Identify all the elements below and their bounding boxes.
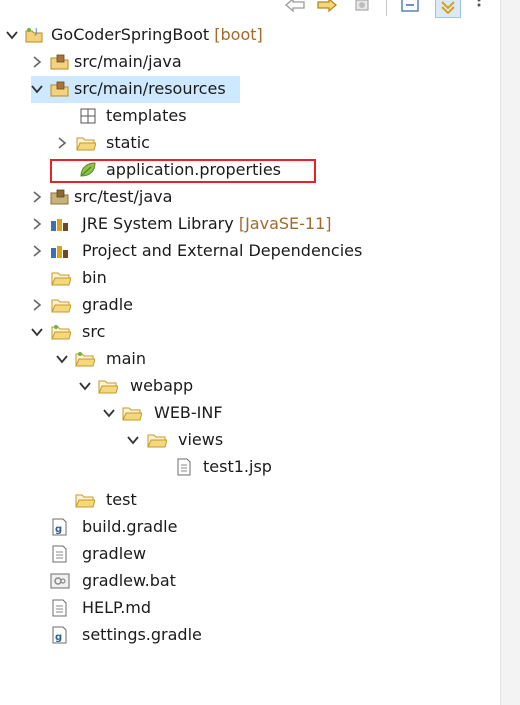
chevron-down-icon[interactable] <box>126 432 140 448</box>
back-arrow-icon[interactable] <box>283 0 307 16</box>
chevron-down-icon[interactable] <box>30 324 44 340</box>
tree-label-test: test <box>106 490 137 509</box>
tree-label-static: static <box>106 133 150 152</box>
chevron-right-icon[interactable] <box>30 189 44 205</box>
up-icon[interactable] <box>350 0 374 16</box>
folder-icon <box>51 272 71 286</box>
tree-item-bin[interactable]: bin <box>0 265 500 292</box>
tree-label-build-gradle: build.gradle <box>82 517 178 536</box>
tree-label-src: src <box>82 322 106 341</box>
tree-item-gradlew-bat[interactable]: gradlew.bat <box>0 568 500 595</box>
view-toolbar <box>0 0 500 20</box>
tree-item-settings-gradle[interactable]: g settings.gradle <box>0 622 500 649</box>
tree-item-gradle[interactable]: gradle <box>0 292 500 319</box>
folder-icon <box>147 434 167 448</box>
tree-label-web-inf: WEB-INF <box>154 403 223 422</box>
tree-label-test1-jsp: test1.jsp <box>203 457 272 476</box>
source-folder-icon <box>50 54 69 70</box>
tree-item-test1-jsp[interactable]: test1.jsp <box>0 454 500 481</box>
svg-text:J: J <box>34 27 37 36</box>
tree-label-jre-library: JRE System Library <box>82 214 234 233</box>
tree-label-src-main-java: src/main/java <box>74 52 182 71</box>
tree-item-project-deps[interactable]: Project and External Dependencies <box>0 238 500 265</box>
collapse-all-icon[interactable] <box>398 0 422 16</box>
tree-item-src-main-java[interactable]: src/main/java <box>0 49 500 76</box>
tree-label-project-deps: Project and External Dependencies <box>82 241 363 260</box>
source-folder-icon <box>50 81 69 97</box>
project-name: GoCoderSpringBoot <box>51 25 210 44</box>
tree-item-src-main-resources[interactable]: src/main/resources <box>0 76 500 103</box>
folder-icon <box>51 299 71 313</box>
tree-label-gradlew: gradlew <box>82 544 147 563</box>
library-icon <box>51 219 68 231</box>
tree-label-settings-gradle: settings.gradle <box>82 625 202 644</box>
folder-icon <box>75 352 95 367</box>
tree-label-src-main-resources: src/main/resources <box>74 79 226 98</box>
chevron-right-icon[interactable] <box>30 297 44 313</box>
tree-label-bin: bin <box>82 268 107 287</box>
tree-label-help-md: HELP.md <box>82 598 152 617</box>
chevron-down-icon[interactable] <box>5 27 19 43</box>
annotation-highlight-box <box>50 159 316 183</box>
tree-item-build-gradle[interactable]: g build.gradle <box>0 514 500 541</box>
tree-item-views[interactable]: views <box>0 427 500 454</box>
gradle-file-icon: g <box>52 518 67 536</box>
batch-file-icon <box>50 573 70 589</box>
tree-label-main: main <box>106 349 146 368</box>
chevron-right-icon[interactable] <box>30 216 44 232</box>
forward-arrow-icon[interactable] <box>315 0 339 16</box>
chevron-down-icon[interactable] <box>102 405 116 421</box>
tree-item-jre-library[interactable]: JRE System Library [JavaSE-11] <box>0 211 500 238</box>
tree-item-templates[interactable]: templates <box>0 103 500 130</box>
jre-decoration: [JavaSE-11] <box>238 214 332 233</box>
tree-label-src-test-java: src/test/java <box>74 187 173 206</box>
chevron-right-icon[interactable] <box>30 243 44 259</box>
tree-item-web-inf[interactable]: WEB-INF <box>0 400 500 427</box>
chevron-down-icon[interactable] <box>55 351 69 367</box>
chevron-right-icon[interactable] <box>55 135 69 151</box>
tree-item-gradlew[interactable]: gradlew <box>0 541 500 568</box>
tree-item-static[interactable]: static <box>0 130 500 157</box>
tree-item-test[interactable]: test <box>0 487 500 514</box>
package-icon <box>80 108 96 124</box>
tree-item-webapp[interactable]: webapp <box>0 373 500 400</box>
source-folder-icon <box>50 189 69 205</box>
gradle-file-icon: g <box>52 626 67 644</box>
chevron-right-icon[interactable] <box>30 54 44 70</box>
tree-item-help-md[interactable]: HELP.md <box>0 595 500 622</box>
tree-label-templates: templates <box>106 106 187 125</box>
spring-project-icon: J <box>25 27 43 43</box>
file-icon <box>52 599 67 617</box>
folder-icon <box>76 137 96 151</box>
chevron-down-icon[interactable] <box>30 81 44 97</box>
folder-icon <box>51 325 71 340</box>
link-with-editor-icon[interactable] <box>435 0 461 18</box>
file-icon <box>52 545 67 563</box>
svg-text:g: g <box>55 524 62 535</box>
svg-text:g: g <box>55 632 62 643</box>
vertical-scrollbar[interactable] <box>500 0 520 705</box>
tree-label-gradlew-bat: gradlew.bat <box>82 571 176 590</box>
folder-icon <box>75 494 95 508</box>
toolbar-separator <box>386 0 387 16</box>
tree-label-gradle: gradle <box>82 295 133 314</box>
folder-icon <box>98 380 118 394</box>
library-icon <box>51 246 68 258</box>
chevron-down-icon[interactable] <box>78 378 92 394</box>
tree-item-main[interactable]: main <box>0 346 500 373</box>
project-decoration: [boot] <box>214 25 263 44</box>
view-menu-icon[interactable] <box>472 0 486 16</box>
folder-icon <box>122 407 142 421</box>
tree-label-webapp: webapp <box>130 376 194 395</box>
tree-item-src[interactable]: src <box>0 319 500 346</box>
file-icon <box>177 458 191 476</box>
tree-item-project[interactable]: J GoCoderSpringBoot [boot] <box>0 22 500 49</box>
tree-label-views: views <box>178 430 224 449</box>
tree-item-src-test-java[interactable]: src/test/java <box>0 184 500 211</box>
